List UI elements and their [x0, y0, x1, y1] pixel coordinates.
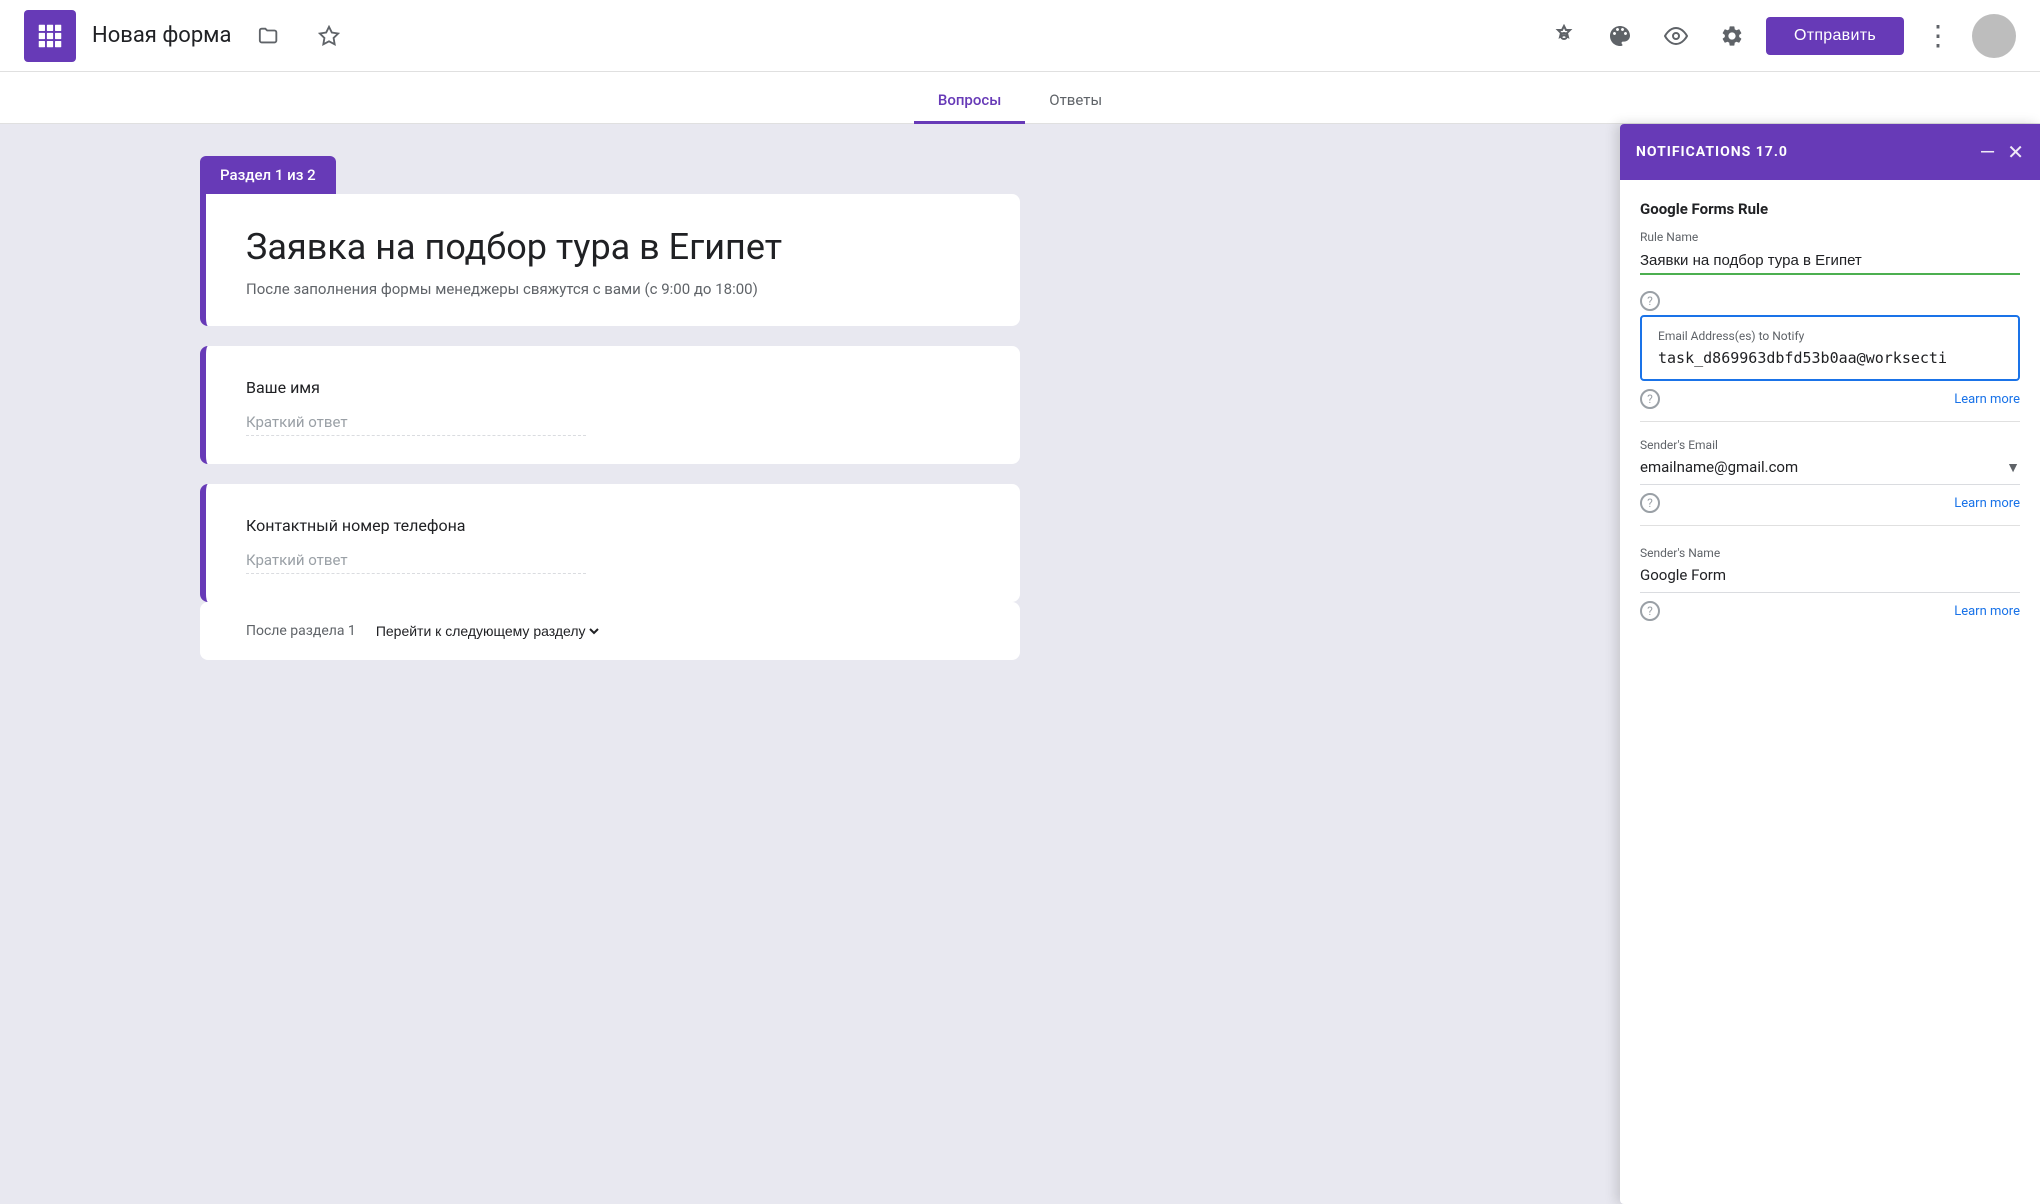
panel-title: NOTIFICATIONS 17.0 [1636, 144, 1788, 160]
form-description: После заполнения формы менеджеры свяжутс… [246, 280, 980, 298]
learn-more-3[interactable]: Learn more [1954, 604, 2020, 619]
help-icon-1[interactable]: ? [1640, 291, 1660, 311]
rule-name-label: Rule Name [1640, 230, 2020, 244]
form-title: Новая форма [92, 23, 231, 48]
form-main-title: Заявка на подбор тура в Египет [246, 226, 980, 268]
tabs: Вопросы Ответы [0, 72, 2040, 124]
send-button[interactable]: Отправить [1766, 17, 1904, 55]
sender-name-value: Google Form [1640, 566, 2020, 593]
panel-section-title: Google Forms Rule [1640, 200, 2020, 218]
sender-name-section: Sender's Name Google Form [1640, 546, 2020, 593]
sender-email-section: Sender's Email emailname@gmail.com ▼ [1640, 438, 2020, 485]
form-title-card: Заявка на подбор тура в Египет После зап… [200, 194, 1020, 326]
panel-header: NOTIFICATIONS 17.0 — ✕ [1620, 124, 2040, 180]
after-section-select[interactable]: Перейти к следующему разделу [372, 622, 602, 640]
field-answer-phone[interactable]: Краткий ответ [246, 551, 586, 574]
app-icon [24, 10, 76, 62]
divider-2 [1640, 525, 2020, 526]
field-label-name: Ваше имя [246, 378, 980, 397]
main-area: Раздел 1 из 2 Заявка на подбор тура в Ег… [0, 124, 2040, 1204]
field-label-phone: Контактный номер телефона [246, 516, 980, 535]
tab-questions[interactable]: Вопросы [914, 91, 1025, 124]
after-section-label: После раздела 1 [246, 623, 356, 639]
dropdown-arrow: ▼ [2006, 459, 2020, 476]
topbar-right: Отправить ⋮ [1542, 14, 2016, 58]
more-icon[interactable]: ⋮ [1916, 14, 1960, 58]
panel-header-icons: — ✕ [1980, 140, 2024, 164]
email-notify-box[interactable]: Email Address(es) to Notify task_d869963… [1640, 315, 2020, 381]
email-notify-value: task_d869963dbfd53b0aa@worksecti [1658, 349, 2002, 367]
help-row-3: ? Learn more [1640, 493, 2020, 513]
topbar-left: Новая форма [24, 10, 1542, 62]
after-section: После раздела 1 Перейти к следующему раз… [200, 602, 1020, 660]
topbar: Новая форма [0, 0, 2040, 72]
help-row-1: ? [1640, 291, 2020, 311]
folder-icon[interactable] [247, 14, 291, 58]
learn-more-2[interactable]: Learn more [1954, 496, 2020, 511]
settings-icon[interactable] [1710, 14, 1754, 58]
help-row-4: ? Learn more [1640, 601, 2020, 621]
avatar [1972, 14, 2016, 58]
addon-icon[interactable] [1542, 14, 1586, 58]
close-icon[interactable]: ✕ [2007, 140, 2024, 164]
field-card-phone: Контактный номер телефона Краткий ответ [200, 484, 1020, 602]
field-card-name: Ваше имя Краткий ответ [200, 346, 1020, 464]
help-icon-4[interactable]: ? [1640, 601, 1660, 621]
sender-name-label: Sender's Name [1640, 546, 2020, 560]
help-row-2: ? Learn more [1640, 389, 2020, 409]
section-label: Раздел 1 из 2 [200, 156, 336, 194]
star-icon[interactable] [307, 14, 351, 58]
help-icon-3[interactable]: ? [1640, 493, 1660, 513]
sender-email-value: emailname@gmail.com [1640, 458, 1798, 476]
field-answer-name[interactable]: Краткий ответ [246, 413, 586, 436]
sender-email-label: Sender's Email [1640, 438, 2020, 452]
email-notify-label: Email Address(es) to Notify [1658, 329, 2002, 343]
divider-1 [1640, 421, 2020, 422]
rule-name-group: Rule Name [1640, 230, 2020, 275]
rule-name-input[interactable] [1640, 248, 2020, 275]
learn-more-1[interactable]: Learn more [1954, 392, 2020, 407]
palette-icon[interactable] [1598, 14, 1642, 58]
sender-email-select[interactable]: emailname@gmail.com ▼ [1640, 458, 2020, 485]
notifications-panel: NOTIFICATIONS 17.0 — ✕ Google Forms Rule… [1620, 124, 2040, 1204]
minimize-icon[interactable]: — [1980, 140, 1996, 164]
panel-body: Google Forms Rule Rule Name ? Email Addr… [1620, 180, 2040, 645]
help-icon-2[interactable]: ? [1640, 389, 1660, 409]
tab-answers[interactable]: Ответы [1025, 91, 1126, 124]
preview-icon[interactable] [1654, 14, 1698, 58]
